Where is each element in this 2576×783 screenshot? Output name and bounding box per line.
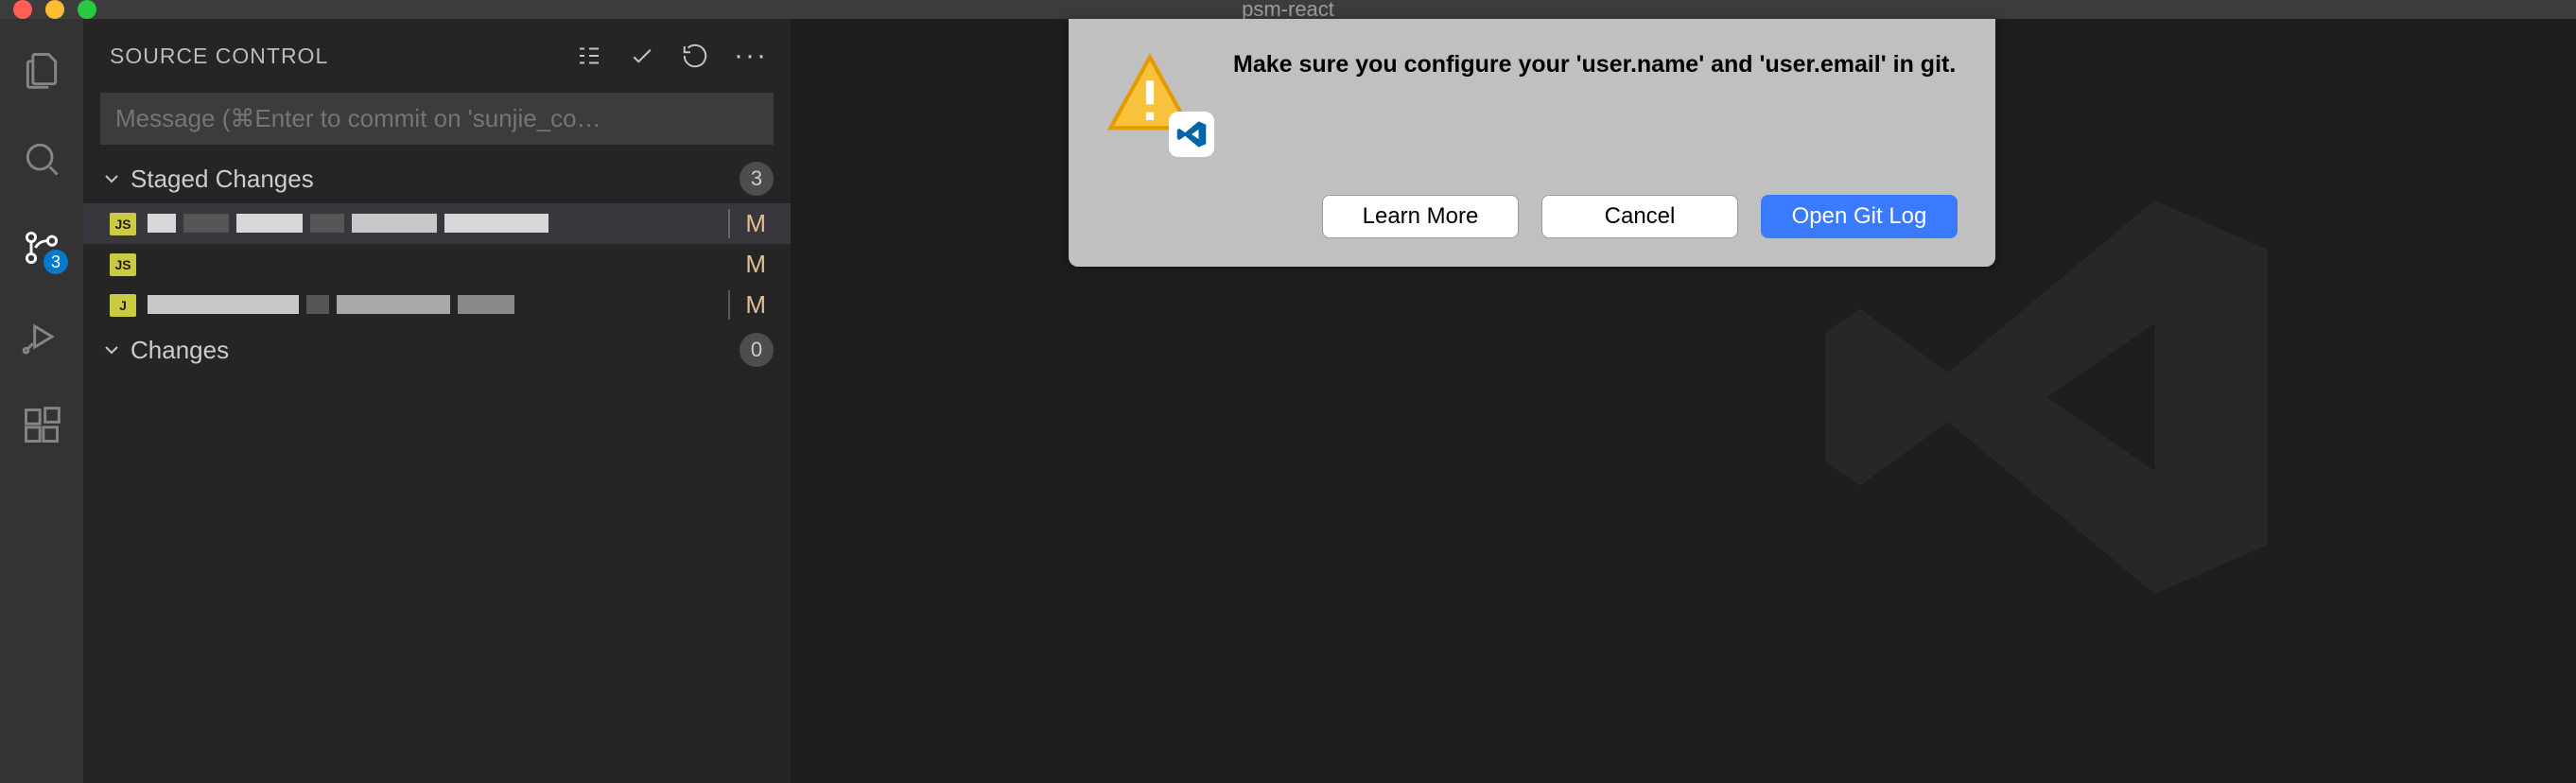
activity-run-debug[interactable]: [19, 314, 64, 359]
changes-section[interactable]: Changes 0: [83, 325, 791, 374]
activity-extensions[interactable]: [19, 403, 64, 448]
commit-message-input[interactable]: [100, 93, 774, 145]
search-icon: [21, 138, 62, 180]
warning-icon: [1103, 49, 1205, 151]
activity-source-control[interactable]: 3: [19, 225, 64, 270]
activity-bar: 3: [0, 19, 83, 783]
staged-file-row[interactable]: J M: [83, 285, 791, 325]
open-git-log-button[interactable]: Open Git Log: [1761, 195, 1958, 238]
js-file-icon: J: [110, 294, 136, 317]
status-modified: M: [745, 290, 774, 320]
more-actions-icon[interactable]: ···: [734, 40, 768, 72]
vscode-badge-icon: [1169, 112, 1214, 157]
commit-icon[interactable]: [628, 42, 656, 70]
chevron-down-icon: [100, 167, 123, 190]
chevron-down-icon: [100, 339, 123, 361]
minimize-window-button[interactable]: [45, 0, 64, 19]
status-modified: M: [745, 250, 774, 279]
staged-file-row[interactable]: JS M: [83, 203, 791, 244]
refresh-icon[interactable]: [681, 42, 709, 70]
changes-label: Changes: [131, 336, 732, 365]
staged-changes-section[interactable]: Staged Changes 3: [83, 154, 791, 203]
activity-explorer[interactable]: [19, 47, 64, 93]
cancel-button[interactable]: Cancel: [1541, 195, 1738, 238]
panel-title: SOURCE CONTROL: [110, 44, 328, 69]
extensions-icon: [21, 405, 62, 446]
js-file-icon: JS: [110, 253, 136, 276]
staged-count: 3: [740, 162, 774, 196]
changes-count: 0: [740, 333, 774, 367]
git-config-dialog: Make sure you configure your 'user.name'…: [1069, 19, 1995, 267]
source-control-panel: SOURCE CONTROL ··· Staged Changes 3 JS M: [83, 19, 791, 783]
close-window-button[interactable]: [13, 0, 32, 19]
scm-badge: 3: [44, 250, 68, 274]
debug-icon: [21, 316, 62, 357]
activity-search[interactable]: [19, 136, 64, 182]
maximize-window-button[interactable]: [78, 0, 96, 19]
view-as-tree-icon[interactable]: [575, 42, 603, 70]
files-icon: [21, 49, 62, 91]
staged-changes-label: Staged Changes: [131, 165, 732, 194]
status-modified: M: [745, 209, 774, 238]
js-file-icon: JS: [110, 213, 136, 235]
staged-file-row[interactable]: JS M: [83, 244, 791, 285]
learn-more-button[interactable]: Learn More: [1322, 195, 1519, 238]
titlebar: psm-react: [0, 0, 2576, 19]
dialog-message: Make sure you configure your 'user.name'…: [1233, 49, 1956, 81]
window-controls: [13, 0, 96, 19]
